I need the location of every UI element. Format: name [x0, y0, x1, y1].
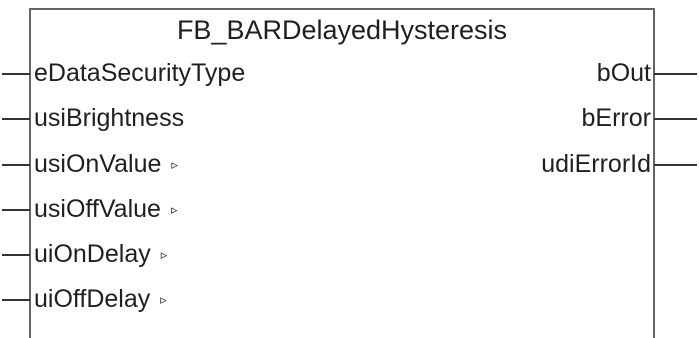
- input-pin-usibrightness: usiBrightness: [34, 103, 184, 133]
- output-pin-line-berror: [654, 118, 697, 120]
- input-pin-usioffvalue: usiOffValue ▹: [34, 194, 177, 225]
- input-pin-label: usiOnValue: [34, 150, 162, 178]
- triangle-marker-icon: ▹: [171, 157, 178, 172]
- input-pin-line-edatasecuritytype: [2, 73, 30, 75]
- output-pin-bout: bOut: [596, 59, 651, 87]
- triangle-marker-icon: ▹: [170, 202, 178, 217]
- input-pin-uiondelay: uiOnDelay ▹: [34, 239, 167, 270]
- output-pin-line-udierrorid: [654, 164, 697, 166]
- input-pin-line-usioffvalue: [2, 209, 30, 211]
- input-pin-line-uiondelay: [2, 254, 30, 256]
- input-pin-line-usibrightness: [2, 118, 30, 120]
- output-pin-berror: bError: [581, 104, 651, 132]
- function-block-title: FB_BARDelayedHysteresis: [176, 15, 508, 45]
- input-pin-uioffdelay: uiOffDelay ▹: [34, 284, 167, 315]
- input-pin-line-uioffdelay: [2, 299, 30, 301]
- input-pin-label: usiBrightness: [34, 104, 185, 132]
- input-pin-edatasecuritytype: eDataSecurityType: [34, 58, 245, 88]
- input-pin-line-usionvalue: [2, 164, 30, 166]
- output-pin-udierrorid: udiErrorId: [541, 150, 651, 178]
- input-pin-label: uiOffDelay: [34, 285, 151, 313]
- input-pin-usionvalue: usiOnValue ▹: [34, 149, 178, 180]
- input-pin-label: usiOffValue: [34, 195, 161, 223]
- input-pin-label: eDataSecurityType: [34, 59, 246, 87]
- input-pin-label: uiOnDelay: [34, 240, 151, 268]
- triangle-marker-icon: ▹: [160, 247, 168, 262]
- output-pin-line-bout: [654, 73, 697, 75]
- triangle-marker-icon: ▹: [160, 292, 167, 307]
